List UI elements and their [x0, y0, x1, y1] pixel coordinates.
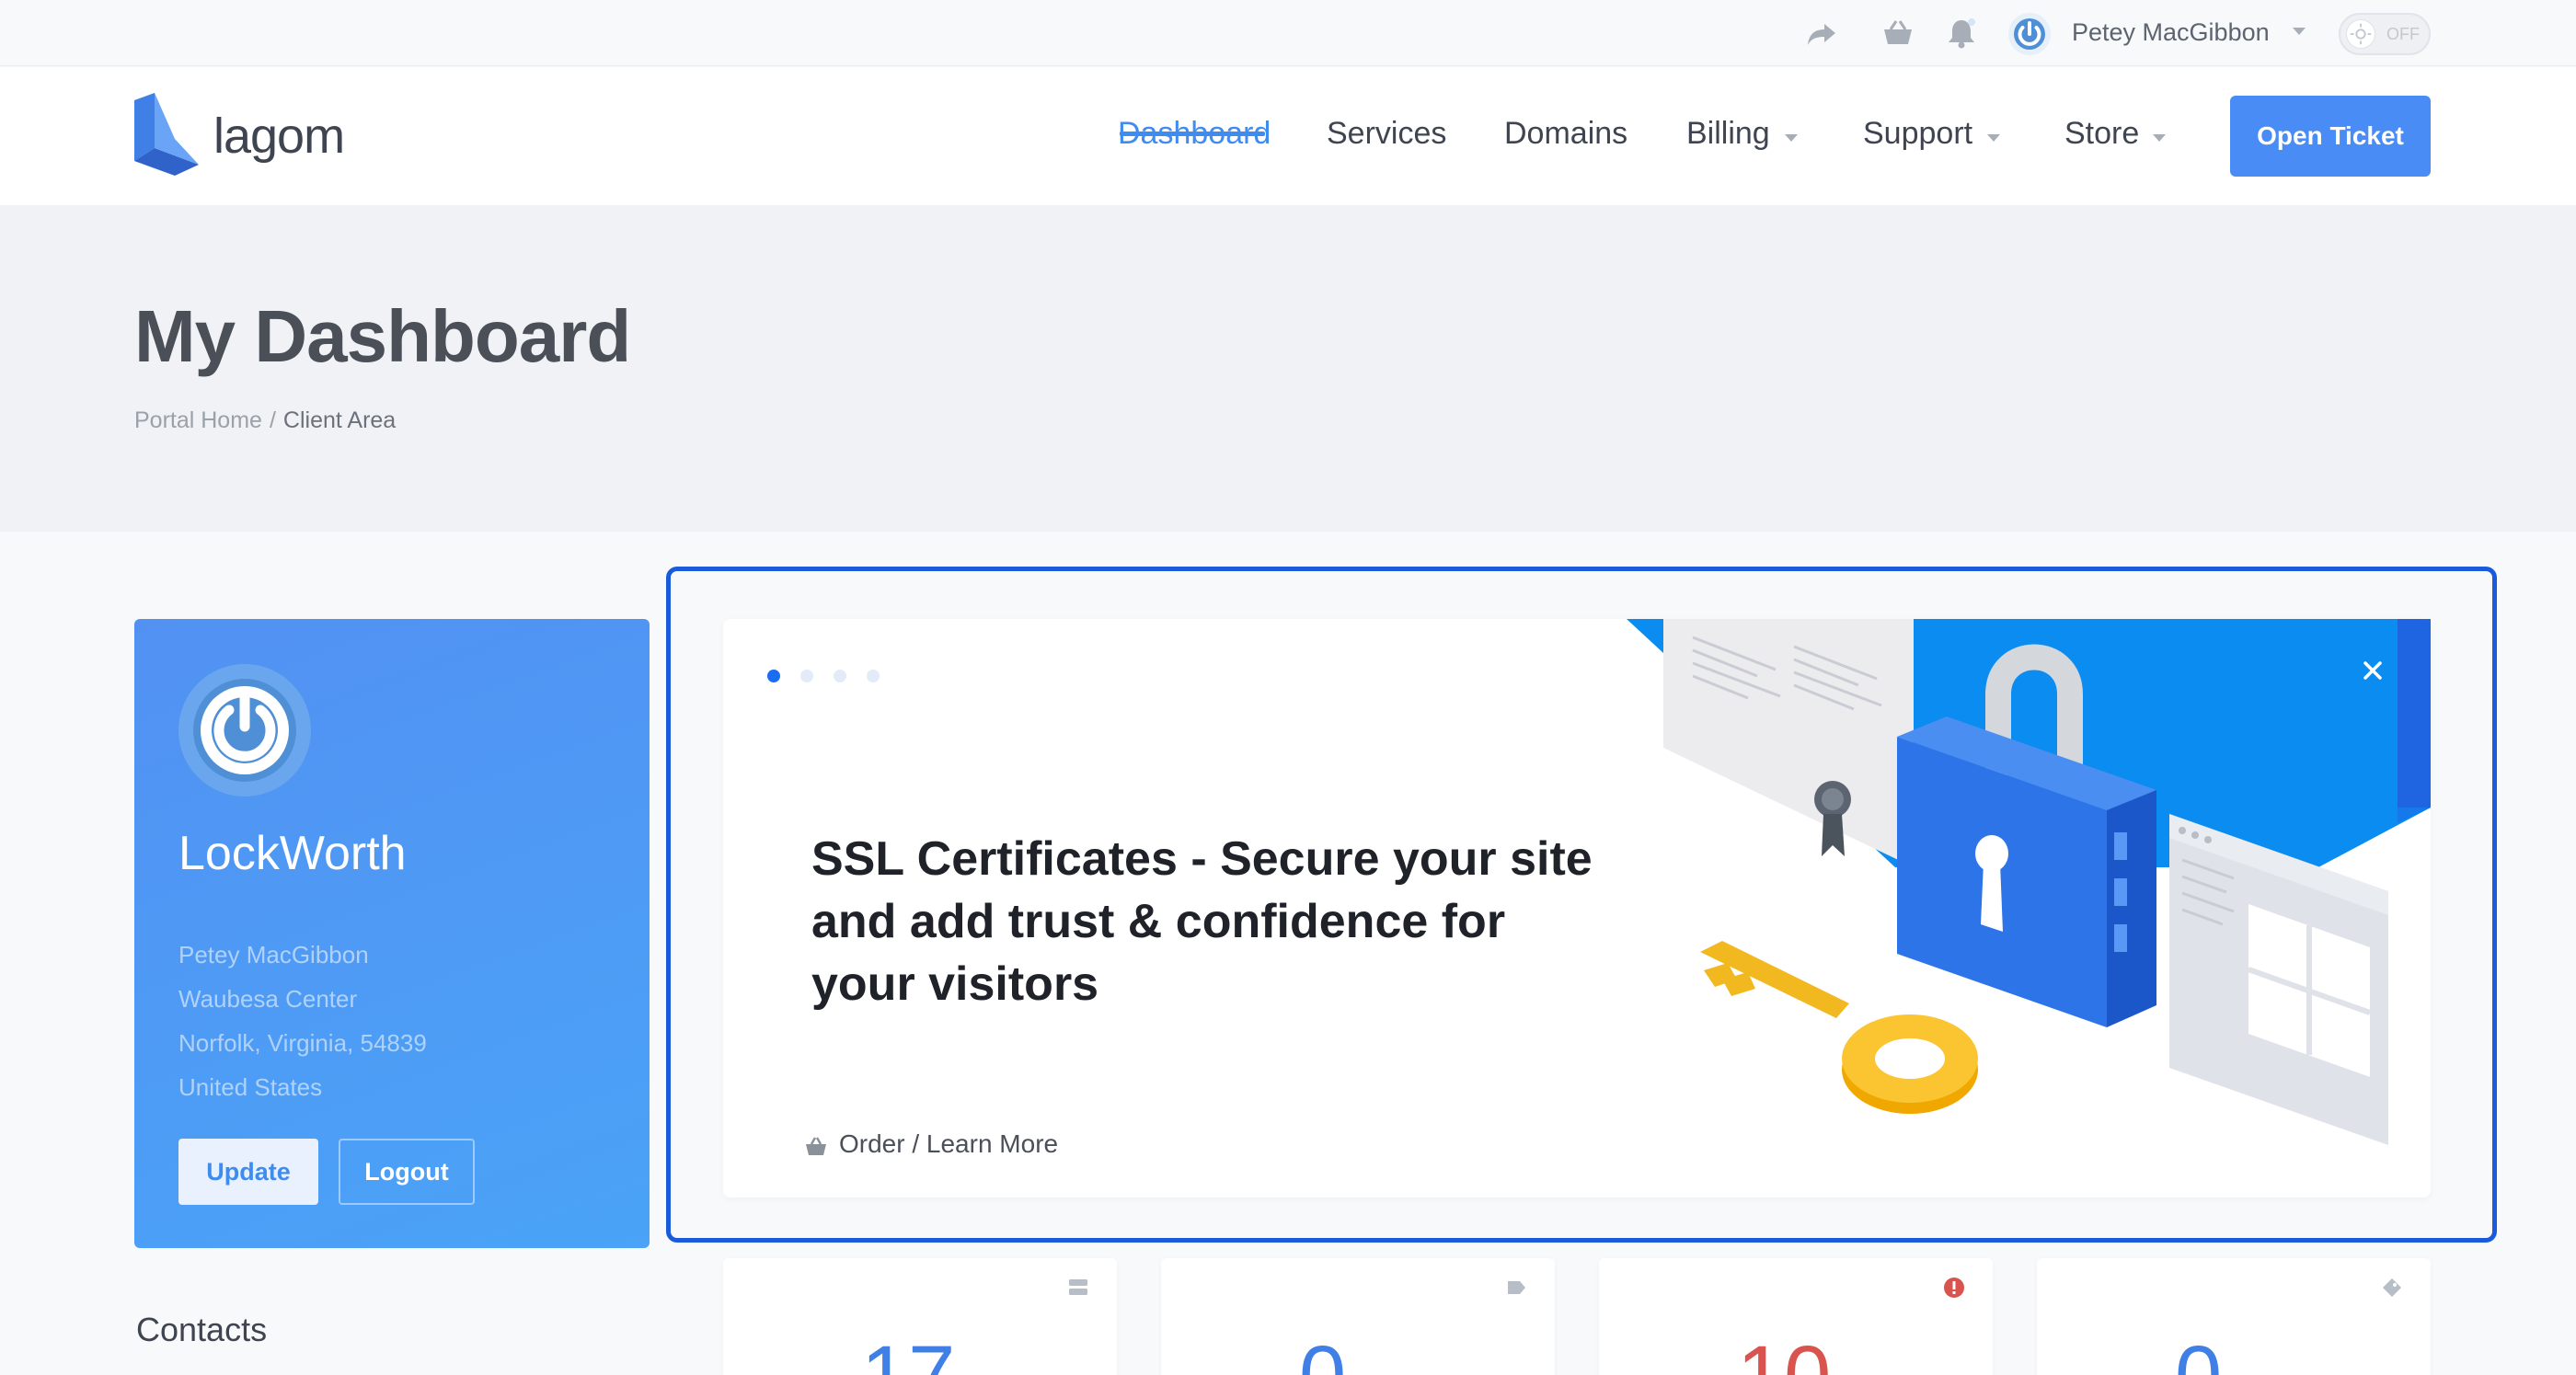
breadcrumb-separator: /: [269, 407, 276, 433]
nav-domains[interactable]: Domains: [1504, 116, 1627, 152]
carousel-dot-3[interactable]: [834, 670, 846, 682]
server-icon: [1069, 1279, 1087, 1295]
basket-icon: [806, 1136, 826, 1155]
chevron-down-icon[interactable]: [2293, 28, 2306, 35]
client-company: LockWorth: [178, 827, 407, 880]
stat-domains-count: 0: [1299, 1334, 1346, 1375]
nav-billing[interactable]: Billing: [1686, 116, 1770, 152]
stat-invoices-count: 10: [1737, 1334, 1831, 1375]
ssl-padlock-illustration: [1627, 619, 2431, 1145]
nav-store[interactable]: Store: [2064, 116, 2139, 152]
close-icon[interactable]: [2359, 657, 2386, 684]
bell-icon[interactable]: [1944, 17, 1979, 50]
chevron-down-icon[interactable]: [2153, 134, 2166, 142]
client-address: Waubesa Center: [178, 985, 358, 1013]
nav-active-indicator: [1120, 132, 1265, 136]
client-name: Petey MacGibbon: [178, 941, 369, 968]
brand-name: lagom: [213, 109, 345, 164]
client-country: United States: [178, 1073, 323, 1101]
page-title: My Dashboard: [134, 295, 631, 377]
contacts-heading: Contacts: [136, 1311, 268, 1348]
brand-logo[interactable]: lagom: [134, 93, 374, 176]
main-navbar: lagom Dashboard Services Domains Billing…: [0, 67, 2576, 205]
client-avatar-icon: [178, 664, 311, 796]
alert-icon: [1944, 1278, 1964, 1298]
lagom-logo-icon: [134, 93, 199, 176]
stat-tickets-count: 0: [2175, 1334, 2222, 1375]
basket-icon[interactable]: [1880, 17, 1915, 50]
carousel-dot-4[interactable]: [867, 670, 880, 682]
stat-card-domains[interactable]: 0: [1161, 1258, 1555, 1375]
user-menu-name[interactable]: Petey MacGibbon: [2072, 18, 2270, 47]
promo-title: SSL Certificates - Secure your site and …: [811, 832, 1593, 1011]
sun-icon: [2346, 19, 2375, 49]
logout-button[interactable]: Logout: [339, 1139, 475, 1205]
share-icon[interactable]: [1804, 17, 1839, 50]
stat-services-count: 17: [861, 1334, 955, 1375]
dark-mode-toggle[interactable]: OFF: [2339, 13, 2431, 55]
client-city: Norfolk, Virginia, 54839: [178, 1029, 427, 1057]
update-button[interactable]: Update: [178, 1139, 318, 1205]
ticket-icon: [2383, 1278, 2401, 1297]
nav-services[interactable]: Services: [1327, 116, 1446, 152]
user-avatar-icon[interactable]: [2008, 13, 2051, 55]
tag-icon: [1508, 1281, 1525, 1294]
top-utility-bar: Petey MacGibbon OFF: [0, 0, 2576, 66]
open-ticket-button[interactable]: Open Ticket: [2230, 96, 2431, 177]
promo-link-label: Order / Learn More: [839, 1129, 1059, 1158]
dark-mode-label: OFF: [2386, 25, 2420, 43]
nav-support[interactable]: Support: [1863, 116, 1972, 152]
stat-card-tickets[interactable]: 0: [2037, 1258, 2431, 1375]
carousel-dot-2[interactable]: [800, 670, 813, 682]
breadcrumb-client-area: Client Area: [282, 407, 397, 433]
chevron-down-icon[interactable]: [1785, 134, 1798, 142]
chevron-down-icon[interactable]: [1987, 134, 2000, 142]
stat-card-services[interactable]: 17: [723, 1258, 1117, 1375]
promo-order-link[interactable]: Order / Learn More: [804, 1129, 1058, 1159]
breadcrumb-portal-home[interactable]: Portal Home: [134, 407, 262, 433]
carousel-dot-1[interactable]: [767, 670, 780, 682]
stat-card-invoices[interactable]: 10: [1599, 1258, 1993, 1375]
breadcrumb: Portal Home / Client Area: [134, 407, 396, 434]
